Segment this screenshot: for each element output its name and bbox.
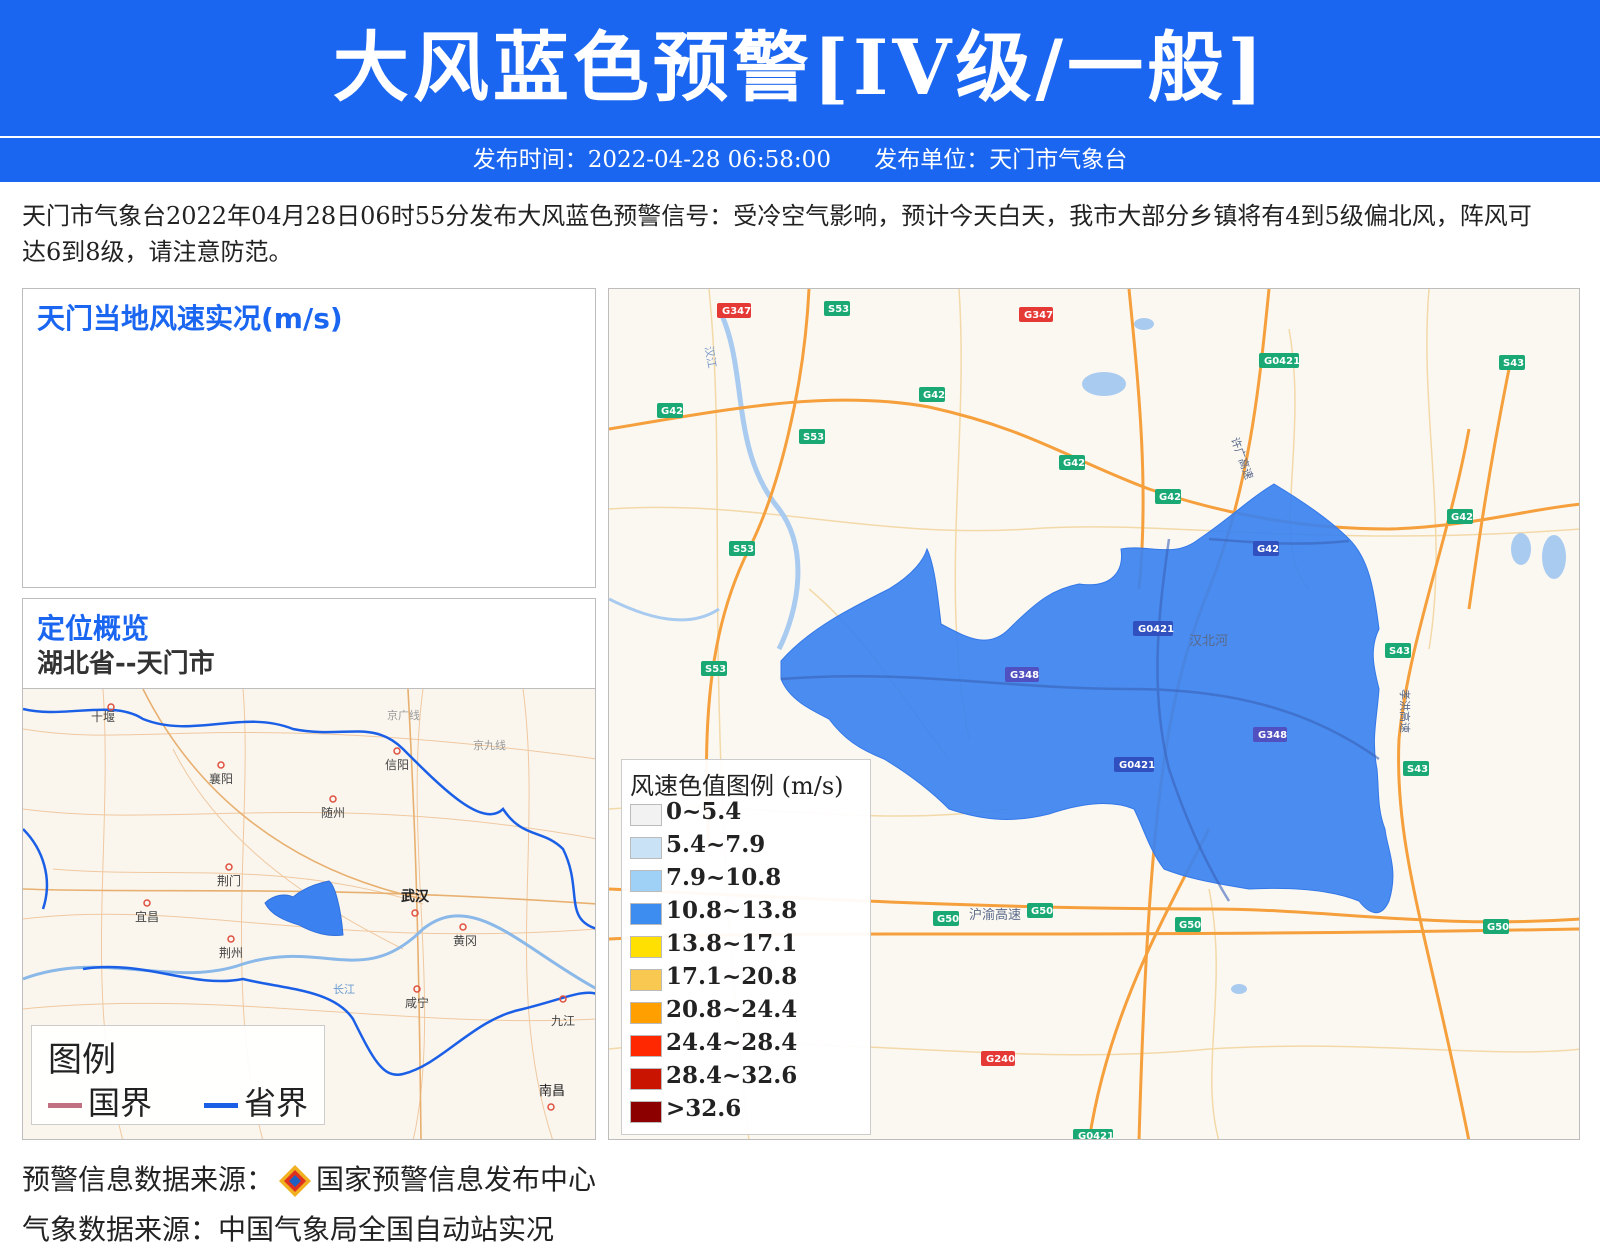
warning-source-label: 预警信息数据来源： bbox=[22, 1163, 275, 1196]
city-label: 黄冈 bbox=[453, 934, 477, 948]
overview-map[interactable]: 十堰 襄阳 信阳 随州 荆门 宜昌 荆州 武汉 黄冈 咸宁 九江 南昌 京广线 … bbox=[22, 688, 596, 1140]
province-border-swatch bbox=[204, 1102, 238, 1108]
legend-label: 17.1~20.8 bbox=[666, 963, 798, 990]
city-label: 九江 bbox=[551, 1014, 575, 1028]
overview-legend: 图例 国界 省界 bbox=[31, 1025, 325, 1125]
location-subtitle: 湖北省--天门市 bbox=[37, 649, 215, 679]
railway-label: 京广线 bbox=[387, 708, 420, 722]
road-shield-label: G42 bbox=[1451, 512, 1473, 523]
road-shield-label: G0421 bbox=[1119, 760, 1155, 771]
road-shield-label: S43 bbox=[1389, 646, 1410, 657]
overview-legend-title: 图例 bbox=[48, 1040, 116, 1080]
legend-label: 7.9~10.8 bbox=[666, 864, 782, 891]
publish-time: 发布时间：2022-04-28 06:58:00 bbox=[472, 147, 831, 173]
road-shield-label: G42 bbox=[1063, 458, 1085, 469]
legend-swatch bbox=[630, 1035, 662, 1057]
warning-title: 大风蓝色预警[IV级/一般] bbox=[332, 23, 1268, 112]
road-shield-label: G0421 bbox=[1264, 356, 1300, 367]
location-title: 定位概览 bbox=[37, 612, 150, 645]
legend-swatch bbox=[630, 870, 662, 892]
legend-label: 28.4~32.6 bbox=[666, 1062, 798, 1089]
legend-label: 24.4~28.4 bbox=[666, 1029, 798, 1056]
warning-center-logo-icon bbox=[279, 1165, 312, 1197]
road-shield-label: G42 bbox=[923, 390, 945, 401]
weather-source-line: 气象数据来源：中国气象局全国自动站实况 bbox=[22, 1213, 555, 1246]
legend-swatch bbox=[630, 1068, 662, 1090]
city-label: 荆州 bbox=[219, 946, 243, 960]
warning-center-name: 国家预警信息发布中心 bbox=[316, 1163, 597, 1196]
road-shield-label: S43 bbox=[1407, 764, 1428, 775]
legend-label: 5.4~7.9 bbox=[666, 831, 766, 858]
warning-source-line: 预警信息数据来源： 国家预警信息发布中心 bbox=[22, 1158, 596, 1198]
road-shield-label: S53 bbox=[705, 664, 726, 675]
city-label: 十堰 bbox=[91, 710, 115, 724]
road-shield-label: G240 bbox=[986, 1054, 1015, 1065]
place-label: 汉北河 bbox=[1189, 634, 1228, 649]
road-shield-label: G347 bbox=[722, 306, 751, 317]
legend-label: >32.6 bbox=[666, 1095, 742, 1122]
legend-label: 国界 bbox=[88, 1084, 153, 1122]
road-shield-label: S43 bbox=[1503, 358, 1524, 369]
publish-unit: 发布单位：天门市气象台 bbox=[874, 147, 1128, 173]
wind-speed-panel: 天门当地风速实况(m/s) bbox=[22, 288, 596, 588]
road-shield-label: G348 bbox=[1010, 670, 1039, 681]
legend-label: 20.8~24.4 bbox=[666, 996, 798, 1023]
city-label: 荆门 bbox=[217, 873, 241, 888]
legend-swatch bbox=[630, 837, 662, 859]
road-shield-label: G0421 bbox=[1078, 1131, 1114, 1140]
road-shield-label: G348 bbox=[1258, 730, 1287, 741]
road-shield-label: G42 bbox=[661, 406, 683, 417]
city-label: 襄阳 bbox=[209, 771, 233, 786]
railway-label: 京九线 bbox=[473, 738, 506, 752]
road-shield-label: G42 bbox=[1257, 544, 1279, 555]
legend-label: 10.8~13.8 bbox=[666, 897, 798, 924]
city-label: 咸宁 bbox=[405, 995, 429, 1010]
road-shield-label: G42 bbox=[1159, 492, 1181, 503]
road-shield-label: S53 bbox=[803, 432, 824, 443]
legend-item-national-border: 国界 bbox=[48, 1078, 152, 1124]
national-border-swatch bbox=[48, 1102, 82, 1108]
legend-swatch bbox=[630, 1002, 662, 1024]
legend-swatch bbox=[630, 804, 662, 826]
wind-speed-legend: 风速色值图例 (m/s) 0~5.4 5.4~7.9 7.9~10.8 10.8… bbox=[621, 759, 871, 1135]
legend-swatch bbox=[630, 903, 662, 925]
city-label: 信阳 bbox=[385, 758, 409, 772]
road-shield-label: G50 bbox=[937, 914, 959, 925]
wind-speed-title: 天门当地风速实况(m/s) bbox=[37, 302, 343, 335]
legend-label: 省界 bbox=[244, 1084, 309, 1122]
city-label: 宜昌 bbox=[135, 909, 159, 924]
legend-item-province-border: 省界 bbox=[204, 1078, 308, 1124]
publish-info-bar: 发布时间：2022-04-28 06:58:00 发布单位：天门市气象台 bbox=[0, 138, 1600, 182]
place-label: 孝洪高速 bbox=[1398, 689, 1412, 733]
road-shield-label: S53 bbox=[733, 544, 754, 555]
road-shield-label: G0421 bbox=[1138, 624, 1174, 635]
legend-label: 13.8~17.1 bbox=[666, 930, 798, 957]
wind-legend-title: 风速色值图例 (m/s) bbox=[630, 772, 844, 800]
river-label: 长江 bbox=[333, 983, 355, 996]
main-map[interactable]: G347 S53 G347 G0421 S43 G42 G42 S53 G42 … bbox=[608, 288, 1580, 1140]
location-panel: 定位概览 湖北省--天门市 bbox=[22, 598, 596, 690]
city-label: 武汉 bbox=[401, 888, 430, 905]
road-shield-label: G50 bbox=[1031, 906, 1053, 917]
warning-description: 天门市气象台2022年04月28日06时55分发布大风蓝色预警信号：受冷空气影响… bbox=[22, 202, 1532, 266]
road-shield-label: G50 bbox=[1487, 922, 1509, 933]
road-shield-label: S53 bbox=[828, 304, 849, 315]
road-shield-label: G50 bbox=[1179, 920, 1201, 931]
place-label: 沪渝高速 bbox=[969, 907, 1021, 923]
header-banner: 大风蓝色预警[IV级/一般] bbox=[0, 0, 1600, 136]
legend-label: 0~5.4 bbox=[666, 798, 742, 825]
legend-swatch bbox=[630, 1101, 662, 1123]
road-shield-label: G347 bbox=[1024, 310, 1053, 321]
legend-swatch bbox=[630, 936, 662, 958]
city-label: 南昌 bbox=[539, 1083, 565, 1099]
legend-swatch bbox=[630, 969, 662, 991]
city-label: 随州 bbox=[321, 805, 345, 820]
